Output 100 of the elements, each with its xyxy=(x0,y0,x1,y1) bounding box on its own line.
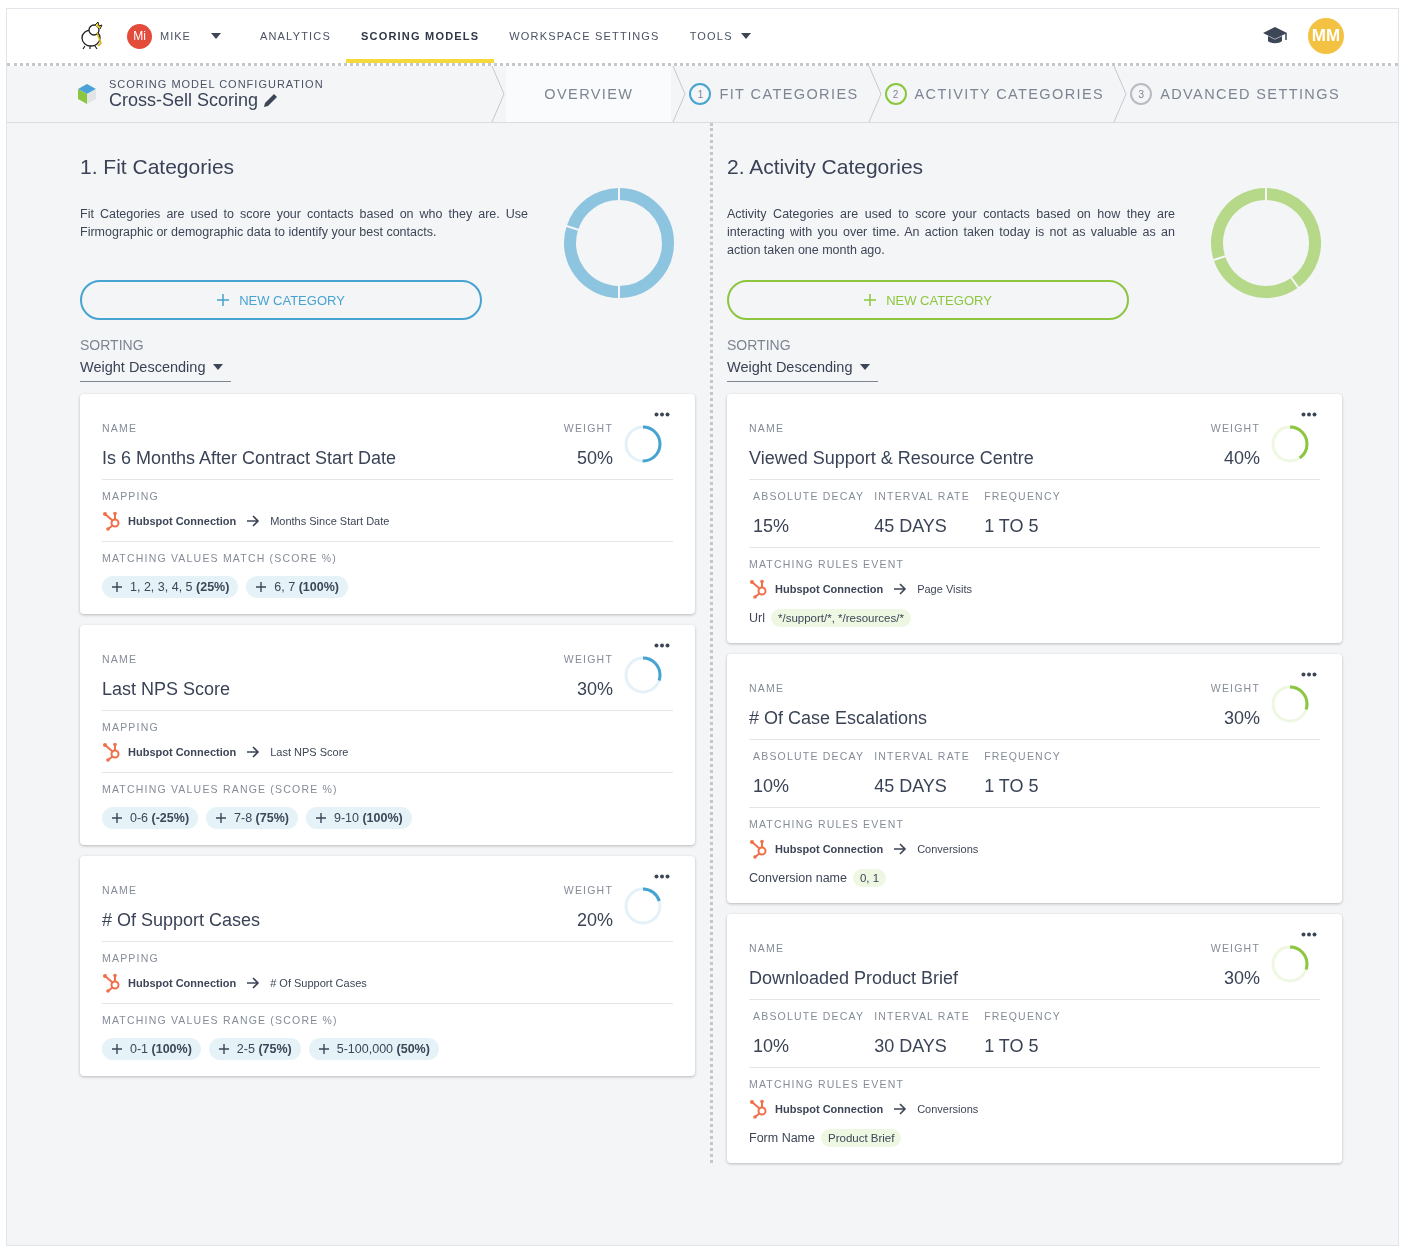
more-icon[interactable] xyxy=(654,874,670,879)
stat-value: 30 DAYS xyxy=(874,1036,948,1057)
source-label: Hubspot Connection xyxy=(775,583,884,595)
nav-tab[interactable]: SCORING MODELS xyxy=(346,9,495,63)
value-chip[interactable]: 1, 2, 3, 4, 5 (25%) xyxy=(102,576,239,598)
stat-value: 45 DAYS xyxy=(874,516,948,537)
value-chip[interactable]: 9-10 (100%) xyxy=(305,807,412,829)
target-field: Conversions xyxy=(917,1103,979,1115)
weight-value: 30% xyxy=(575,679,613,700)
cube-icon xyxy=(77,83,97,105)
plus-icon[interactable] xyxy=(111,1043,123,1055)
caret-icon[interactable] xyxy=(210,33,221,39)
category-name: # Of Support Cases xyxy=(102,910,261,931)
section-description: Fit Categories are used to score your contacts based on who they are. Use Firmographic or demographic data to identify your best contacts. xyxy=(80,206,528,241)
value-chip[interactable]: 0-1 (100%) xyxy=(102,1038,201,1060)
hubspot-icon xyxy=(102,973,122,993)
weight-value: 30% xyxy=(1222,968,1260,989)
pencil-icon[interactable] xyxy=(262,91,280,109)
category-name: Downloaded Product Brief xyxy=(749,968,959,989)
step-tab[interactable]: 2 ACTIVITY CATEGORIES xyxy=(882,66,1113,122)
plus-icon[interactable] xyxy=(255,581,268,593)
stat-value: 45 DAYS xyxy=(874,776,948,797)
field-label: ABSOLUTE DECAY xyxy=(753,490,865,502)
filter-label: Conversion name xyxy=(749,871,847,885)
value-chip[interactable]: 5-100,000 (50%) xyxy=(308,1038,439,1060)
arrow-icon xyxy=(246,977,261,989)
hubspot-icon xyxy=(749,1099,769,1119)
weight-value: 20% xyxy=(575,910,613,931)
caret-icon[interactable] xyxy=(860,364,871,370)
plus-icon[interactable] xyxy=(317,1043,330,1055)
arrow-icon xyxy=(893,1103,908,1115)
target-field: Last NPS Score xyxy=(270,746,349,758)
field-label: NAME xyxy=(749,942,786,954)
nav-tab[interactable]: WORKSPACE SETTINGS xyxy=(494,9,675,63)
plus-icon[interactable] xyxy=(215,812,228,824)
more-icon[interactable] xyxy=(654,643,670,648)
field-label: MATCHING VALUES MATCH (SCORE %) xyxy=(102,552,338,564)
step-tab[interactable]: 3 ADVANCED SETTINGS xyxy=(1128,66,1348,122)
field-label: NAME xyxy=(749,682,786,694)
plus-icon[interactable] xyxy=(111,581,123,593)
user-avatar[interactable]: Mi xyxy=(127,23,152,49)
weight-ring xyxy=(623,886,663,926)
value-chip[interactable]: 6, 7 (100%) xyxy=(246,576,348,598)
field-label: MAPPING xyxy=(102,490,160,502)
caret-icon[interactable] xyxy=(213,364,224,370)
field-label: WEIGHT xyxy=(563,422,613,434)
more-icon[interactable] xyxy=(1301,412,1317,417)
step-number: 2 xyxy=(884,83,907,105)
stat-value: 1 TO 5 xyxy=(984,1036,1040,1057)
plus-icon[interactable] xyxy=(314,812,327,824)
more-icon[interactable] xyxy=(1301,932,1317,937)
source-label: Hubspot Connection xyxy=(775,843,884,855)
field-label: INTERVAL RATE xyxy=(874,490,971,502)
field-label: FREQUENCY xyxy=(984,490,1062,502)
section-description: Activity Categories are used to score your contacts based on how they are interacting with you over time. An action taken today is not as valuable as an action taken one month ago. xyxy=(727,206,1175,259)
field-label: MATCHING RULES EVENT xyxy=(749,1078,906,1090)
field-label: FREQUENCY xyxy=(984,1010,1062,1022)
plus-icon[interactable] xyxy=(217,1043,230,1055)
target-field: Months Since Start Date xyxy=(270,515,390,527)
category-name: Is 6 Months After Contract Start Date xyxy=(102,448,397,469)
field-label: MAPPING xyxy=(102,952,160,964)
nav-tab[interactable]: TOOLS xyxy=(674,9,766,63)
step-tab[interactable]: OVERVIEW xyxy=(506,66,672,122)
page-caption: SCORING MODEL CONFIGURATION xyxy=(109,77,324,90)
nav-tab[interactable]: ANALYTICS xyxy=(244,9,347,63)
value-chip[interactable]: 0-6 (-25%) xyxy=(102,807,199,829)
sorting-dropdown[interactable]: Weight Descending xyxy=(727,353,879,382)
step-number: 3 xyxy=(1130,83,1153,105)
field-label: ABSOLUTE DECAY xyxy=(753,1010,865,1022)
filter-label: Form Name xyxy=(749,1131,815,1145)
field-label: MATCHING RULES EVENT xyxy=(749,818,906,830)
category-name: Viewed Support & Resource Centre xyxy=(749,448,1034,469)
more-icon[interactable] xyxy=(1301,672,1317,677)
field-label: NAME xyxy=(102,653,139,665)
category-name: Last NPS Score xyxy=(102,679,231,700)
value-chip[interactable]: 7-8 (75%) xyxy=(206,807,298,829)
plus-icon[interactable] xyxy=(111,812,123,824)
weight-value: 50% xyxy=(575,448,613,469)
stat-value: 10% xyxy=(753,1036,791,1057)
step-tab[interactable]: 1 FIT CATEGORIES xyxy=(687,66,867,122)
user-name[interactable]: MIKE xyxy=(160,30,191,42)
step-number: 1 xyxy=(689,83,712,105)
source-label: Hubspot Connection xyxy=(775,1103,884,1115)
model-title: Cross-Sell Scoring xyxy=(109,89,259,111)
weight-ring xyxy=(623,424,663,464)
field-label: WEIGHT xyxy=(1210,942,1260,954)
value-chip[interactable]: 2-5 (75%) xyxy=(208,1038,301,1060)
stat-value: 1 TO 5 xyxy=(984,516,1040,537)
stat-value: 1 TO 5 xyxy=(984,776,1040,797)
caret-icon[interactable] xyxy=(740,33,751,39)
weight-ring xyxy=(1270,424,1310,464)
weight-value: 30% xyxy=(1222,708,1260,729)
hubspot-icon xyxy=(749,579,769,599)
sorting-dropdown[interactable]: Weight Descending xyxy=(80,353,232,382)
more-icon[interactable] xyxy=(654,412,670,417)
stat-value: 15% xyxy=(753,516,791,537)
arrow-icon xyxy=(893,583,908,595)
category-name: # Of Case Escalations xyxy=(749,708,928,729)
weight-value: 40% xyxy=(1222,448,1260,469)
filter-chip: */support/*, */resources/* xyxy=(770,609,911,627)
